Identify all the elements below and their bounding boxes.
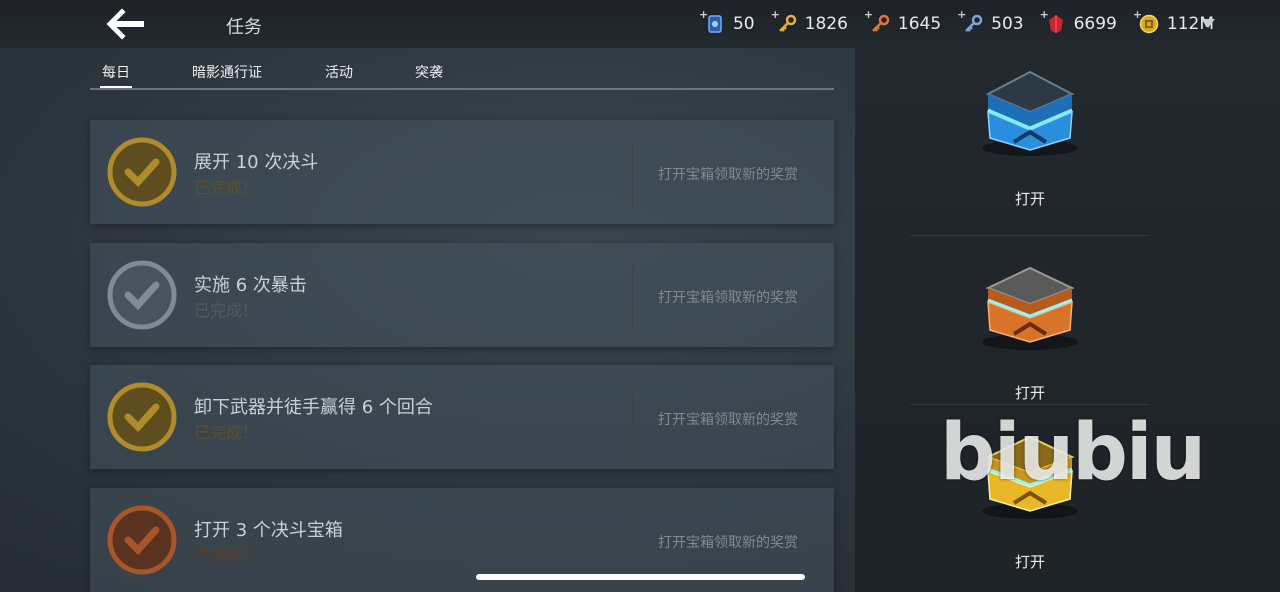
quest-status: 已完成！ <box>194 178 259 197</box>
card-divider <box>632 267 633 331</box>
quest-status: 已完成！ <box>194 301 259 320</box>
watermark-logo: biubiu <box>940 408 1206 498</box>
chest-blue[interactable]: 打开 <box>910 50 1150 218</box>
orange-chest-icon <box>982 266 1078 350</box>
add-icon: + <box>1132 8 1143 21</box>
currency-gems[interactable]: + 6699 <box>1040 8 1117 34</box>
quest-title: 卸下武器并徒手赢得 6 个回合 <box>194 397 433 418</box>
top-bar: 任务 + 50 + 1826 + 1645 + 503 + 6699 + 112… <box>0 0 1280 48</box>
tab-daily[interactable]: 每日 <box>100 62 132 88</box>
chevron-down-icon[interactable] <box>1200 17 1216 29</box>
currency-value: 1826 <box>804 14 848 34</box>
quest-reward-text: 打开宝箱领取新的奖赏 <box>658 167 798 183</box>
currency-blue-keys[interactable]: + 503 <box>957 8 1024 34</box>
chest-orange[interactable]: 打开 <box>910 244 1150 412</box>
tab-shadow-pass[interactable]: 暗影通行证 <box>192 62 262 82</box>
tab-events[interactable]: 活动 <box>325 62 353 82</box>
add-icon: + <box>698 8 709 21</box>
tab-raid[interactable]: 突袭 <box>415 62 443 82</box>
quest-card[interactable]: 卸下武器并徒手赢得 6 个回合 已完成！ 打开宝箱领取新的奖赏 <box>90 365 834 469</box>
quest-title: 实施 6 次暴击 <box>194 275 307 296</box>
quest-title: 展开 10 次决斗 <box>194 152 319 173</box>
quest-title: 打开 3 个决斗宝箱 <box>194 520 343 541</box>
quest-status: 已完成！ <box>194 546 259 565</box>
check-circle-icon <box>107 382 177 452</box>
add-icon: + <box>957 8 967 21</box>
currency-gold-keys[interactable]: + 1826 <box>771 8 848 34</box>
check-circle-icon <box>107 505 177 575</box>
chest-divider <box>910 235 1150 236</box>
quest-card[interactable]: 展开 10 次决斗 已完成！ 打开宝箱领取新的奖赏 <box>90 120 834 224</box>
back-button[interactable] <box>104 8 148 40</box>
add-icon: + <box>863 8 874 21</box>
open-chest-label: 打开 <box>1014 384 1045 402</box>
tab-bar: 每日 暗影通行证 活动 突袭 <box>90 50 834 90</box>
quest-card[interactable]: 实施 6 次暴击 已完成！ 打开宝箱领取新的奖赏 <box>90 243 834 347</box>
currency-value: 6699 <box>1073 14 1117 34</box>
card-divider <box>632 512 633 576</box>
check-circle-icon <box>107 137 177 207</box>
open-chest-label: 打开 <box>1014 190 1045 208</box>
chest-panel: 打开 打开 打开 <box>855 48 1280 592</box>
add-icon: + <box>770 8 780 21</box>
back-arrow-icon <box>106 8 144 40</box>
currency-orange-keys[interactable]: + 1645 <box>864 8 942 34</box>
chest-divider <box>910 404 1150 405</box>
open-chest-label: 打开 <box>1014 553 1045 571</box>
currency-value: 503 <box>991 14 1024 34</box>
blue-chest-icon <box>982 70 1078 156</box>
add-icon: + <box>1039 8 1049 21</box>
quest-reward-text: 打开宝箱领取新的奖赏 <box>658 535 798 551</box>
quest-reward-text: 打开宝箱领取新的奖赏 <box>658 412 798 428</box>
card-divider <box>632 144 633 208</box>
currency-value: 1645 <box>897 14 942 34</box>
currency-value: 50 <box>732 14 755 34</box>
currency-cards[interactable]: + 50 <box>699 8 755 34</box>
home-indicator[interactable] <box>476 574 805 580</box>
quest-reward-text: 打开宝箱领取新的奖赏 <box>658 290 798 306</box>
page-title: 任务 <box>226 17 262 38</box>
quest-status: 已完成！ <box>194 423 259 442</box>
check-circle-icon <box>107 260 177 330</box>
card-divider <box>632 389 633 453</box>
currency-bar: + 50 + 1826 + 1645 + 503 + 6699 + 112M <box>683 8 1214 38</box>
